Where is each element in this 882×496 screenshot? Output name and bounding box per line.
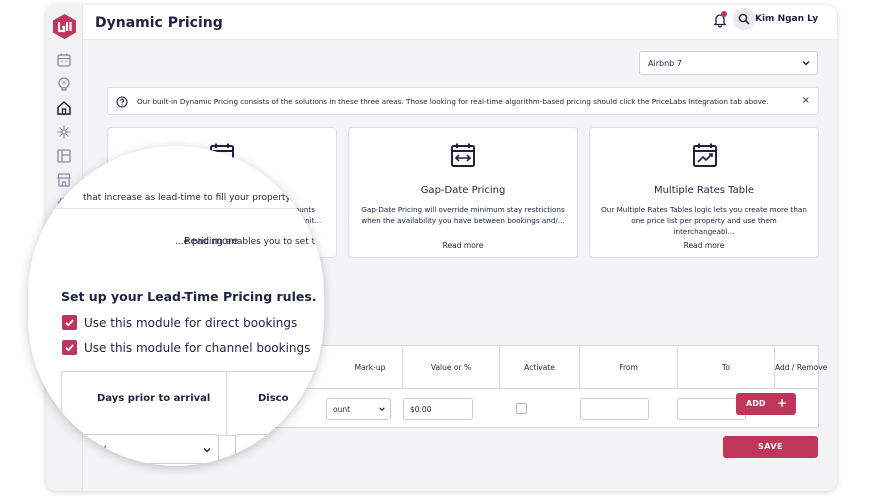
header-activate: Activate [500,346,580,388]
zoom-read-more[interactable]: Read more [184,236,238,247]
card-description-line: Gap-Date Pricing will override minimum s… [361,205,565,214]
header-discount: Disco [258,393,289,404]
value-input[interactable]: $0.00 [403,398,473,420]
plus-icon: + [776,396,787,410]
card-description: Gap-Date Pricing will override minimum s… [359,204,567,226]
search-icon [738,13,750,25]
zoom-card-edge [28,208,324,209]
zoom-magnifier: ...e pricing enables you to set time bas… [28,146,324,466]
value-input-text: $0.00 [410,405,432,414]
save-button[interactable]: SAVE [723,436,818,458]
header-from: From [580,346,678,388]
zoom-discount-select[interactable] [235,434,324,464]
user-name[interactable]: Kim Ngan Ly [755,14,818,24]
help-bubble-icon [116,96,128,108]
chevron-down-icon [203,448,211,453]
days-prior-select[interactable]: day [61,434,219,464]
card-title: Gap-Date Pricing [420,185,506,196]
header-add-remove-label: Add / Remove [775,362,828,372]
page-title: Dynamic Pricing [95,15,223,31]
header-days-prior: Days prior to arrival [97,393,211,404]
card-description: Our Multiple Rates Tables logic lets you… [600,204,808,237]
header-to: To [678,346,775,388]
discount-type-select[interactable]: ount [326,398,391,420]
property-select[interactable]: Airbnb 7 [639,51,818,75]
direct-bookings-label[interactable]: Use this module for direct bookings [84,316,297,330]
card-gap-date-pricing[interactable]: Gap-Date Pricing Gap-Date Pricing will o… [348,127,578,258]
header-add-remove: Add / Remove [775,346,827,388]
network-icon[interactable] [56,124,72,140]
calendar-arrows-horizontal-icon [451,143,475,167]
home-icon[interactable] [56,100,72,116]
from-input[interactable] [580,398,649,420]
checkmark-icon [65,319,74,327]
add-rule-button[interactable]: ADD + [736,393,796,415]
top-bar: Dynamic Pricing Kim Ngan Ly K [83,5,837,40]
channel-bookings-checkbox[interactable] [62,340,77,355]
read-more-link[interactable]: Read more [349,241,577,250]
notification-badge [721,11,727,17]
chevron-down-icon [802,61,810,66]
store-icon[interactable] [56,172,72,188]
discount-type-value: ount [333,405,351,414]
header-markup-label: Mark-up [354,362,386,372]
read-more-link[interactable]: Read more [590,241,818,250]
brand-logo[interactable] [51,13,78,40]
chevron-down-icon [379,407,385,411]
checkmark-icon [65,344,74,352]
add-rule-label: ADD [746,399,766,408]
property-select-value: Airbnb 7 [648,59,682,68]
card-description-line: when the availability you have between b… [361,216,565,225]
direct-bookings-checkbox[interactable] [62,315,77,330]
notice-text: Our built-in Dynamic Pricing consists of… [137,97,769,106]
zoom-card-desc-line: that increase as lead-time to fill your … [83,193,324,203]
zoom-column-divider [226,371,227,435]
info-notice: Our built-in Dynamic Pricing consists of… [107,87,819,115]
rules-heading: Set up your Lead-Time Pricing rules. [61,289,317,304]
days-prior-value: day [88,443,107,454]
layout-icon[interactable] [56,148,72,164]
card-description-line: one price list per property and use them… [631,216,777,236]
close-icon[interactable]: × [802,95,810,106]
header-value: Value or % [403,346,500,388]
channel-bookings-label[interactable]: Use this module for channel bookings [84,341,310,355]
search-button[interactable] [733,8,755,30]
lightbulb-icon[interactable] [56,76,72,92]
activate-checkbox[interactable] [516,403,527,414]
calendar-icon[interactable] [56,52,72,68]
calendar-chart-icon [693,143,717,167]
card-multiple-rates-table[interactable]: Multiple Rates Table Our Multiple Rates … [589,127,819,258]
card-title: Multiple Rates Table [653,185,755,196]
card-description-line: Our Multiple Rates Tables logic lets you… [601,205,807,214]
